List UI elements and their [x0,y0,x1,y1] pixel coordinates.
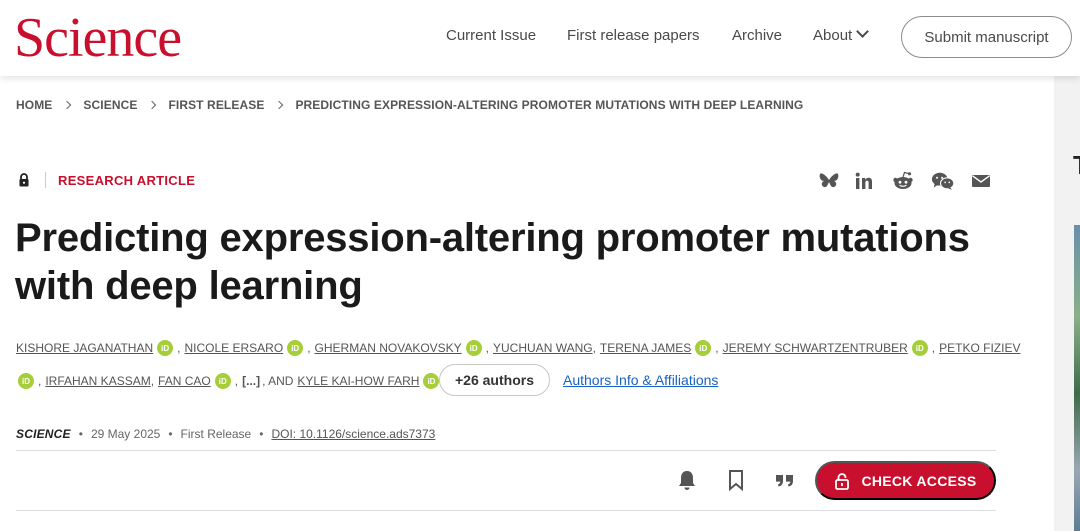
and-text: , AND [262,374,294,388]
bookmark-icon[interactable] [724,467,748,493]
authors-line-2: iD, IRFAHAN KASSAM, FAN CAO iD, [...] , … [16,373,443,389]
orcid-icon[interactable]: iD [465,340,482,356]
orcid-icon[interactable]: iD [423,373,440,389]
more-authors-button[interactable]: +26 authors [439,364,550,396]
science-logo[interactable]: Science [14,8,182,68]
nav-about-label: About [813,27,853,44]
author-name[interactable]: FAN CAO [158,374,211,388]
chevron-down-icon [856,25,870,38]
cite-icon[interactable] [773,467,797,493]
orcid-icon[interactable]: iD [214,373,231,389]
breadcrumb: HOME SCIENCE FIRST RELEASE PREDICTING EX… [16,98,803,112]
authors-line-1: KISHORE JAGANATHAN iD, NICOLE ERSARO iD,… [16,340,1021,356]
linkedin-icon[interactable] [852,170,876,192]
breadcrumb-first-release[interactable]: FIRST RELEASE [168,98,264,112]
submit-manuscript-button[interactable]: Submit manuscript [901,16,1072,58]
reddit-icon[interactable] [891,170,915,192]
orcid-icon[interactable]: iD [287,340,304,356]
article-meta: SCIENCE • 29 May 2025 • First Release • … [16,427,436,441]
author-name[interactable]: PETKO FIZIEV [939,341,1020,355]
sidebar-heading-fragment: T [1073,150,1080,200]
author-name[interactable]: GHERMAN NOVAKOVSKY [315,341,462,355]
wechat-icon[interactable] [931,170,955,192]
check-access-button[interactable]: CHECK ACCESS [815,461,996,500]
chevron-right-icon [148,100,157,110]
nav-current-issue[interactable]: Current Issue [446,27,536,44]
breadcrumb-science[interactable]: SCIENCE [83,98,137,112]
bell-icon[interactable] [675,467,699,493]
nav-about[interactable]: About [813,25,870,44]
chevron-right-icon [63,100,72,110]
author-name[interactable]: JEREMY SCHWARTZENTRUBER [723,341,908,355]
nav-archive[interactable]: Archive [732,27,782,44]
journal-name: SCIENCE [16,427,71,441]
orcid-icon[interactable]: iD [911,340,928,356]
divider [16,510,996,511]
author-name[interactable]: NICOLE ERSARO [184,341,283,355]
bluesky-icon[interactable] [817,170,841,192]
lock-icon [19,173,29,187]
author-name[interactable]: KISHORE JAGANATHAN [16,341,153,355]
orcid-icon[interactable]: iD [157,340,174,356]
divider [16,450,996,451]
orcid-icon[interactable]: iD [18,373,34,389]
email-icon[interactable] [969,170,993,192]
nav-first-release-papers[interactable]: First release papers [567,27,700,44]
publication-date: 29 May 2025 [90,427,161,441]
article-type-row: RESEARCH ARTICLE [16,172,195,188]
article-title: Predicting expression-altering promoter … [15,216,970,308]
author-name[interactable]: YUCHUAN WANG [493,341,593,355]
chevron-right-icon [275,100,284,110]
author-name[interactable]: KYLE KAI-HOW FARH [297,374,419,388]
doi-link[interactable]: DOI: 10.1126/science.ads7373 [271,427,435,441]
breadcrumb-home[interactable]: HOME [16,98,52,112]
authors-ellipsis[interactable]: [...] [242,374,260,388]
divider [45,172,46,188]
unlock-icon [835,472,850,490]
article-type[interactable]: RESEARCH ARTICLE [58,173,195,188]
author-name[interactable]: TERENA JAMES [600,341,691,355]
publication-status: First Release [180,427,252,441]
author-name[interactable]: IRFAHAN KASSAM [45,374,150,388]
check-access-label: CHECK ACCESS [861,472,977,489]
orcid-icon[interactable]: iD [695,340,712,356]
authors-affiliations-link[interactable]: Authors Info & Affiliations [563,372,718,388]
breadcrumb-current: PREDICTING EXPRESSION-ALTERING PROMOTER … [295,98,804,112]
site-header: Science Current Issue First release pape… [0,0,1080,76]
sidebar-image [1074,225,1080,531]
